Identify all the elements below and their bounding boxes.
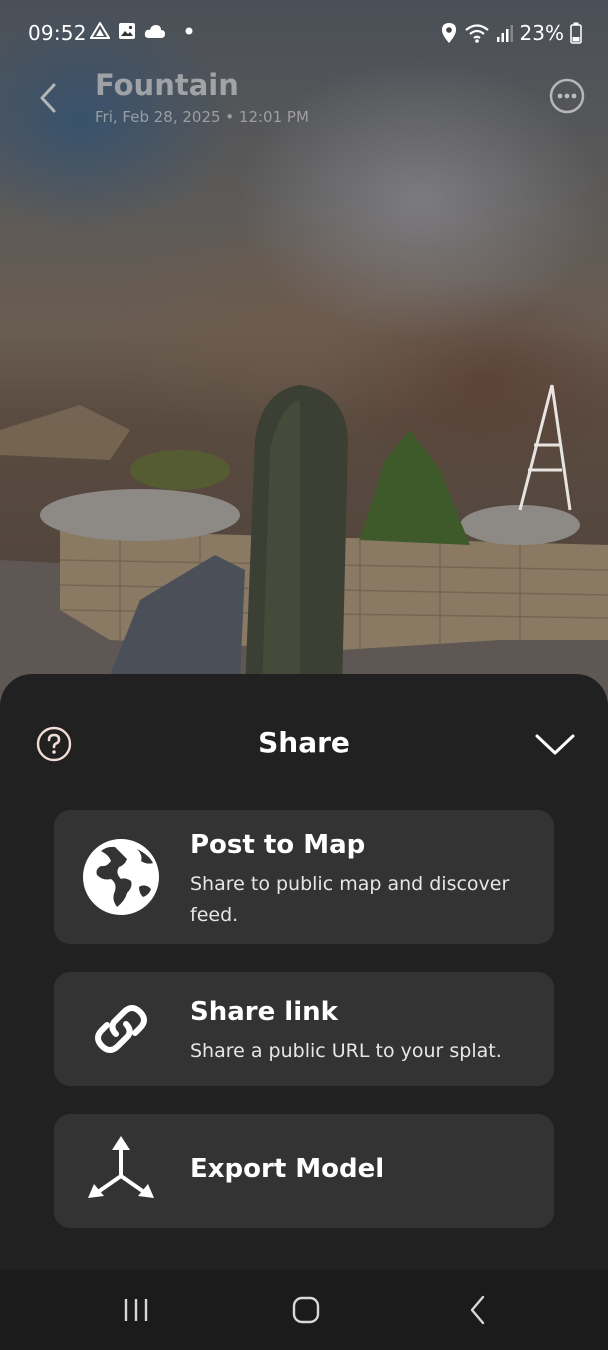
back-button[interactable]	[30, 78, 66, 118]
post-to-map-title: Post to Map	[190, 830, 366, 860]
system-back-button[interactable]	[448, 1286, 508, 1334]
more-options-button[interactable]	[548, 77, 586, 115]
screen: 09:52 23% Fountain Fri, Feb 28, 2025 • 1…	[0, 0, 608, 1350]
post-to-map-description: Share to public map and discover feed.	[190, 873, 510, 926]
share-link-description: Share a public URL to your splat.	[190, 1040, 502, 1062]
post-to-map-button[interactable]: Post to Map Share to public map and disc…	[54, 810, 554, 944]
home-icon	[292, 1296, 320, 1324]
link-icon	[80, 988, 162, 1070]
chevron-left-icon	[40, 83, 56, 113]
chevron-down-icon	[535, 734, 575, 755]
wifi-icon	[464, 24, 489, 43]
globe-icon	[80, 836, 162, 918]
capture-date: Fri, Feb 28, 2025 • 12:01 PM	[95, 108, 309, 126]
collapse-sheet-button[interactable]	[530, 726, 580, 762]
home-button[interactable]	[276, 1286, 336, 1334]
export-model-title: Export Model	[190, 1154, 385, 1184]
image-icon	[119, 23, 135, 39]
signal-icon	[496, 25, 513, 42]
status-right-icons: 23%	[440, 21, 582, 45]
recent-apps-icon	[124, 1299, 148, 1321]
share-link-title: Share link	[190, 997, 338, 1027]
back-arrow-icon	[470, 1295, 485, 1325]
page-title: Fountain	[95, 68, 239, 102]
dot-icon	[185, 27, 193, 35]
recent-apps-button[interactable]	[106, 1286, 166, 1334]
cloud-icon	[144, 25, 165, 38]
status-bar: 09:52 23%	[0, 0, 608, 66]
share-sheet-title: Share	[258, 726, 350, 759]
battery-icon	[570, 22, 582, 44]
share-sheet: Share Post to Map Share to public map an…	[0, 674, 608, 1270]
export-model-button[interactable]: Export Model	[54, 1114, 554, 1228]
more-horizontal-icon	[549, 78, 585, 114]
export-model-icon	[80, 1130, 162, 1212]
status-left-icons	[90, 22, 196, 40]
share-link-button[interactable]: Share link Share a public URL to your sp…	[54, 972, 554, 1086]
system-navigation-bar	[0, 1270, 608, 1350]
battery-percentage: 23%	[519, 21, 564, 45]
location-icon	[441, 23, 456, 43]
drive-icon	[90, 22, 110, 39]
status-time: 09:52	[28, 21, 87, 45]
